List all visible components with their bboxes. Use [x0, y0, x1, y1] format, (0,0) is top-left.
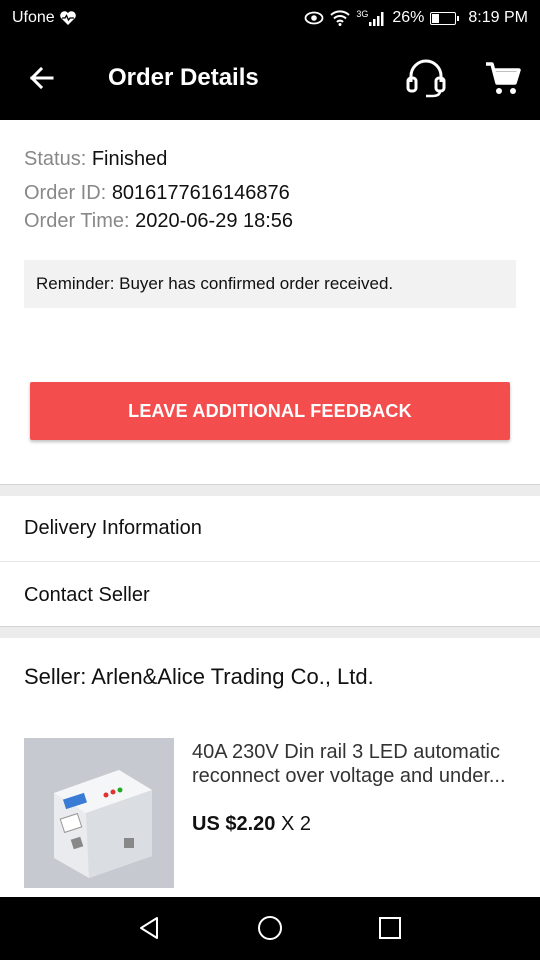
order-time-label: Order Time: [24, 210, 130, 232]
order-id-label: Order ID: [24, 182, 107, 204]
back-arrow-icon[interactable] [24, 60, 60, 96]
heart-pulse-icon [59, 11, 76, 25]
home-circle-icon[interactable] [255, 913, 285, 943]
status-right: 3G 26% 8:19 PM [304, 9, 528, 27]
section-divider [0, 484, 540, 496]
product-photo-icon [24, 738, 174, 888]
product-price-line: US $2.20 X 2 [192, 813, 311, 836]
battery-percent: 26% [392, 9, 425, 26]
reminder-banner: Reminder: Buyer has confirmed order rece… [24, 260, 516, 308]
product-quantity: X 2 [280, 813, 311, 835]
product-image[interactable] [24, 738, 174, 888]
wifi-icon [330, 10, 351, 26]
carrier-name: Ufone [12, 9, 55, 26]
app-toolbar: Order Details [0, 38, 540, 120]
recents-square-icon[interactable] [375, 913, 405, 943]
headset-icon[interactable] [404, 58, 448, 98]
section-divider [0, 626, 540, 638]
cart-icon[interactable] [484, 60, 522, 96]
status-line: Status: Finished [24, 148, 167, 171]
back-triangle-icon[interactable] [135, 913, 165, 943]
product-title[interactable]: 40A 230V Din rail 3 LED automatic reconn… [192, 740, 522, 788]
order-time-line: Order Time: 2020-06-29 18:56 [24, 210, 293, 233]
product-price: US $2.20 [192, 813, 276, 835]
leave-feedback-button[interactable]: LEAVE ADDITIONAL FEEDBACK [30, 382, 510, 440]
status-bar: Ufone 3G 26% 8:19 PM [0, 0, 540, 38]
order-id-value: 8016177616146876 [111, 182, 290, 204]
order-id-line: Order ID: 8016177616146876 [24, 182, 290, 205]
order-time-value: 2020-06-29 18:56 [135, 210, 294, 232]
delivery-information-row[interactable]: Delivery Information [0, 496, 540, 562]
seller-name[interactable]: Seller: Arlen&Alice Trading Co., Ltd. [24, 664, 374, 690]
eye-icon [304, 11, 324, 25]
order-details-content: Status: Finished Order ID: 8016177616146… [0, 120, 540, 897]
system-nav-bar [0, 897, 540, 960]
network-type: 3G [356, 9, 369, 19]
signal-icon [369, 11, 384, 26]
carrier-group: Ufone [12, 9, 77, 27]
battery-icon [430, 11, 460, 25]
clock: 8:19 PM [468, 9, 528, 26]
status-label: Status: [24, 148, 87, 170]
page-title: Order Details [108, 64, 259, 91]
status-value: Finished [91, 148, 168, 170]
contact-seller-row[interactable]: Contact Seller [0, 562, 540, 628]
